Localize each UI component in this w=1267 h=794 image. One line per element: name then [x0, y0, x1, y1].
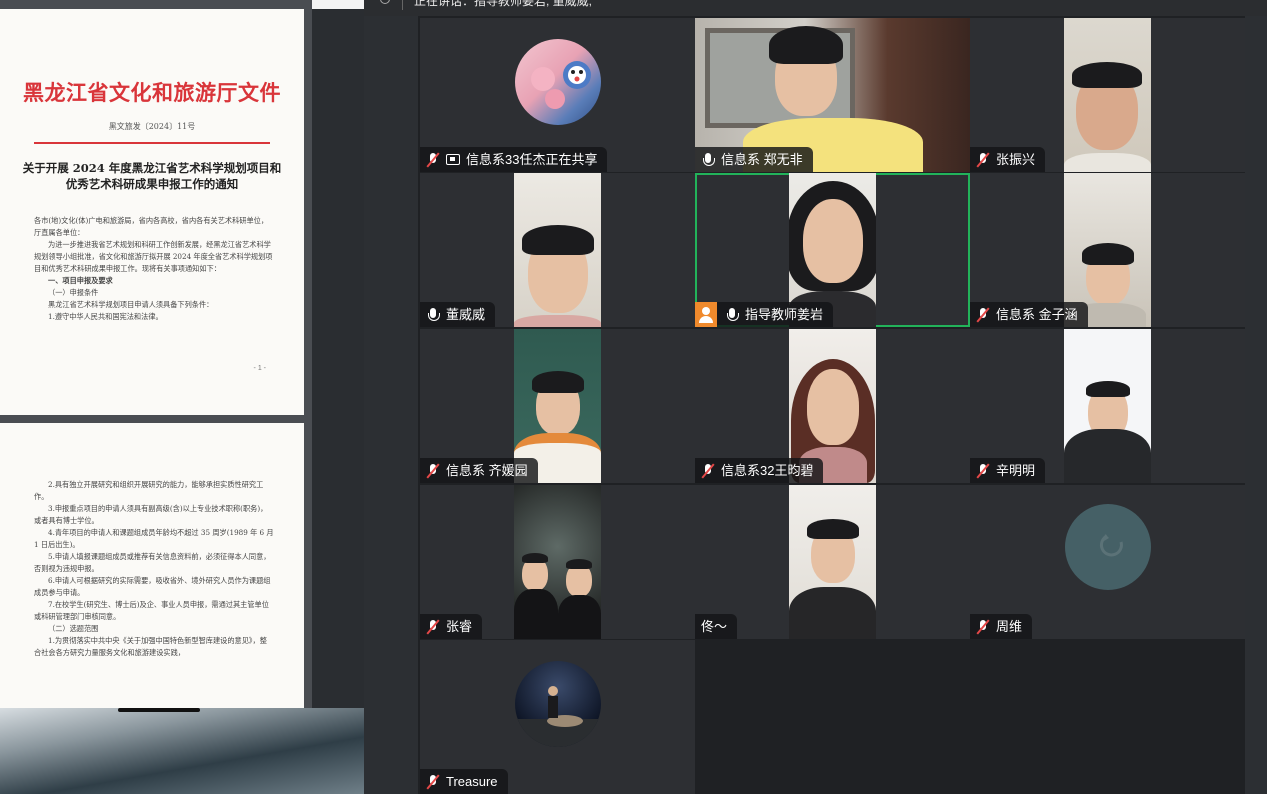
- doc-paragraph: 1.为贯彻落实中共中央《关于加强中国特色新型智库建设的意见》，整合社会各方研究力…: [34, 636, 267, 657]
- participant-name-label: 信息系 金子涵: [970, 302, 1088, 327]
- speaking-label: 正在讲话：指导教师姜岩; 董威威;: [414, 0, 593, 8]
- participant-name: 信息系33任杰正在共享: [466, 152, 598, 167]
- host-badge-icon: [695, 302, 717, 327]
- participant-name: Treasure: [446, 774, 498, 789]
- participant-name: 董威威: [446, 307, 486, 322]
- mic-muted-icon: [426, 619, 440, 635]
- document-body-page2: 2.具有独立开展研究和组织开展研究的能力，能够承担实质性研究工作。 3.申报重点…: [34, 479, 274, 659]
- speaking-mic-icon: [380, 0, 390, 4]
- participant-video: [1064, 18, 1151, 172]
- participant-tile[interactable]: 张振兴: [970, 18, 1245, 172]
- red-rule-divider: [34, 142, 270, 144]
- doc-paragraph: 各市(地)文化(体)广电和旅游局，省内各高校，省内各有关艺术科研单位，厅直属各单…: [34, 216, 269, 237]
- mic-muted-icon: [976, 463, 990, 479]
- mic-muted-icon: [426, 774, 440, 790]
- meeting-right-margin: [1245, 16, 1267, 794]
- participant-name-label: 信息系 郑无非: [695, 147, 813, 172]
- participant-video: [1064, 329, 1151, 483]
- participant-tile[interactable]: Treasure: [420, 640, 695, 794]
- document-number: 黑文旅发〔2024〕11号: [108, 122, 196, 131]
- participant-name: 信息系 郑无非: [721, 152, 803, 167]
- avatar: [515, 661, 601, 747]
- page-number: - 1 -: [253, 365, 266, 372]
- speaking-bar: 正在讲话：指导教师姜岩; 董威威;: [364, 0, 1267, 16]
- participant-name-label: 周维: [970, 614, 1033, 639]
- mic-muted-icon: [976, 619, 990, 635]
- mic-muted-icon: [426, 152, 440, 168]
- participant-name-label: 董威威: [420, 302, 496, 327]
- participant-name: 信息系 金子涵: [996, 307, 1078, 322]
- doc-paragraph: 2.具有独立开展研究和组织开展研究的能力，能够承担实质性研究工作。: [34, 480, 264, 501]
- mic-on-icon: [725, 307, 739, 323]
- document-body-page1: 各市(地)文化(体)广电和旅游局，省内各高校，省内各有关艺术科研单位，厅直属各单…: [34, 215, 274, 323]
- participant-tile[interactable]: 信息系 金子涵: [970, 173, 1245, 327]
- meeting-window: 正在讲话：指导教师姜岩; 董威威; 信息系33任杰正在共享 信息系 郑无非 张振…: [364, 0, 1267, 794]
- mic-on-icon: [426, 307, 440, 323]
- desktop-wallpaper: [0, 708, 364, 794]
- default-avatar-icon: [1099, 534, 1123, 557]
- participant-video: [789, 485, 876, 639]
- participant-tile[interactable]: 信息系 齐媛园: [420, 329, 695, 483]
- participant-name-label: Treasure: [420, 769, 508, 794]
- doc-paragraph: 3.申报重点项目的申请人须具有副高级(含)以上专业技术职称(职务)，或者具有博士…: [34, 504, 268, 525]
- participant-name: 指导教师姜岩: [745, 307, 824, 322]
- participant-name-label: 信息系 齐媛园: [420, 458, 538, 483]
- participant-tile[interactable]: 张睿: [420, 485, 695, 639]
- doc-paragraph: 一、项目申报及要求: [48, 276, 113, 285]
- participant-video: [514, 173, 601, 327]
- doc-paragraph: 6.申请人可根据研究的实际需要，吸收省外、境外研究人员作为课题组成员参与申请。: [34, 576, 271, 597]
- participant-video: [514, 485, 601, 639]
- participant-tile-active-speaker[interactable]: 指导教师姜岩: [695, 173, 970, 327]
- doc-paragraph: 为进一步推进我省艺术规划和科研工作创新发展，经黑龙江省艺术科学规划领导小组批准，…: [34, 240, 273, 273]
- participant-name-label: 信息系33任杰正在共享: [420, 147, 608, 172]
- participant-tile[interactable]: 信息系32王昀碧: [695, 329, 970, 483]
- mic-muted-icon: [976, 152, 990, 168]
- doc-paragraph: 黑龙江省艺术科学规划项目申请人须具备下列条件：: [48, 300, 214, 309]
- participant-name-label: 张睿: [420, 614, 483, 639]
- participant-tile[interactable]: 董威威: [420, 173, 695, 327]
- avatar: [1065, 504, 1151, 590]
- mic-muted-icon: [701, 463, 715, 479]
- participant-tile[interactable]: 周维: [970, 485, 1245, 639]
- participant-name: 信息系32王昀碧: [721, 463, 814, 478]
- doc-paragraph: 5.申请人填报课题组成员或推荐有关信息资料前，必须征得本人同意，否则视为违规申报…: [34, 552, 271, 573]
- annotation-stroke: [118, 708, 200, 712]
- participant-name: 辛明明: [996, 463, 1036, 478]
- doc-paragraph: （一）申报条件: [48, 288, 99, 297]
- document-page-2: 2.具有独立开展研究和组织开展研究的能力，能够承担实质性研究工作。 3.申报重点…: [0, 423, 304, 708]
- screen: 黑龙江省文化和旅游厅文件 黑文旅发〔2024〕11号 关于开展 2024 年度黑…: [0, 0, 1267, 794]
- avatar: [515, 39, 601, 125]
- participant-name-label: 指导教师姜岩: [695, 302, 834, 327]
- doc-paragraph: （二）选题范围: [48, 624, 99, 633]
- screen-share-icon: [446, 154, 460, 165]
- participant-name-label: 信息系32王昀碧: [695, 458, 824, 483]
- document-title: 关于开展 2024 年度黑龙江省艺术科学规划项目和优秀艺术科研成果申报工作的通知: [22, 161, 282, 191]
- meeting-left-margin: [364, 16, 418, 794]
- participant-tile[interactable]: 辛明明: [970, 329, 1245, 483]
- participant-tile[interactable]: 信息系33任杰正在共享: [420, 18, 695, 172]
- mic-muted-icon: [976, 307, 990, 323]
- mic-muted-icon: [426, 463, 440, 479]
- participant-name: 张睿: [446, 619, 473, 634]
- mic-on-icon: [701, 152, 715, 168]
- participant-tile[interactable]: 佟～: [695, 485, 970, 639]
- participant-name: 信息系 齐媛园: [446, 463, 528, 478]
- participant-tile[interactable]: 信息系 郑无非: [695, 18, 970, 172]
- cartoon-avatar-icon: [531, 61, 591, 109]
- doc-paragraph: 4.青年项目的申请人和课题组成员年龄均不超过 35 周岁(1989 年 6 月 …: [34, 528, 274, 549]
- participant-name: 周维: [996, 619, 1023, 634]
- participant-name-label: 辛明明: [970, 458, 1046, 483]
- participant-name: 佟～: [701, 619, 728, 634]
- participant-name-label: 张振兴: [970, 147, 1046, 172]
- photo-avatar-icon: [515, 686, 601, 747]
- divider: [402, 0, 403, 10]
- doc-paragraph: 7.在校学生(研究生、博士后)及企、事业人员申报，需通过其主管单位或科研管理部门…: [34, 600, 269, 621]
- participant-name-label: 佟～: [695, 614, 738, 639]
- document-header: 黑龙江省文化和旅游厅文件: [23, 80, 281, 105]
- doc-paragraph: 1.遵守中华人民共和国宪法和法律。: [48, 312, 163, 321]
- document-page-1: 黑龙江省文化和旅游厅文件 黑文旅发〔2024〕11号 关于开展 2024 年度黑…: [0, 9, 304, 415]
- participant-name: 张振兴: [996, 152, 1036, 167]
- document-viewer[interactable]: 黑龙江省文化和旅游厅文件 黑文旅发〔2024〕11号 关于开展 2024 年度黑…: [0, 0, 312, 708]
